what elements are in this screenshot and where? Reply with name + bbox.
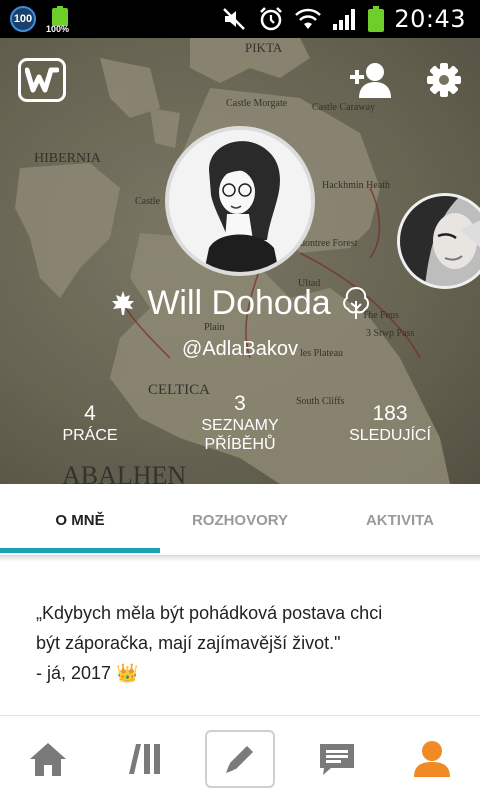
secondary-avatar-photo <box>400 196 480 286</box>
profile-tabs: O MNĚ ROZHOVORY AKTIVITA <box>0 484 480 556</box>
wifi-icon <box>295 8 322 29</box>
stat-reading-lists-label-line1: SEZNAMY <box>201 417 279 434</box>
about-line-1: „Kdybych měla být pohádková postava chci <box>36 603 383 623</box>
stat-followers-label: SLEDUJÍCÍ <box>349 427 431 444</box>
battery-icon <box>368 6 385 32</box>
signal-icon <box>333 9 356 30</box>
tab-activity[interactable]: AKTIVITA <box>320 484 480 556</box>
notification-100-icon: 100 <box>10 6 36 32</box>
stat-works-count: 4 <box>84 402 96 425</box>
active-tab-indicator <box>0 548 160 553</box>
library-icon <box>129 744 160 774</box>
stat-reading-lists[interactable]: 3 SEZNAMY PŘÍBĚHŮ <box>180 392 300 454</box>
battery-percent-label: 100% <box>46 24 70 34</box>
mute-icon <box>223 8 246 30</box>
about-line-2: být záporačka, mají zajímavější život." <box>36 633 341 653</box>
stat-works-label: PRÁCE <box>62 427 118 444</box>
home-icon <box>30 743 66 776</box>
stat-reading-lists-label-line2: PŘÍBĚHŮ <box>204 436 276 453</box>
avatar-illustration <box>169 130 311 272</box>
stat-reading-lists-count: 3 <box>234 392 246 415</box>
bottom-navigation <box>0 715 480 800</box>
stat-followers[interactable]: 183 SLEDUJÍCÍ <box>340 402 440 445</box>
status-bar: 100 100% 20:43 <box>0 0 480 38</box>
tree-icon <box>342 286 369 319</box>
profile-header: PIKTA HIBERNIA CELTICA ABALHEN Castle Mo… <box>0 38 480 484</box>
write-icon <box>226 746 253 773</box>
add-user-icon <box>350 63 391 98</box>
wattpad-logo-button[interactable] <box>18 58 66 102</box>
tabs-shadow <box>0 556 480 562</box>
profile-avatar[interactable] <box>165 126 315 276</box>
add-user-button[interactable] <box>350 60 392 100</box>
about-line-3: - já, 2017 👑 <box>36 663 139 683</box>
nav-messages-button[interactable] <box>302 730 372 788</box>
messages-icon <box>320 744 354 775</box>
maple-leaf-icon <box>112 291 135 315</box>
stat-followers-count: 183 <box>372 402 408 425</box>
nav-home-button[interactable] <box>13 730 83 788</box>
alarm-icon <box>260 7 283 31</box>
gear-icon <box>427 63 461 97</box>
nav-profile-button[interactable] <box>397 730 467 788</box>
wattpad-w-icon <box>25 67 59 93</box>
profile-icon <box>414 741 450 777</box>
battery-small-icon: 100% <box>46 6 72 34</box>
profile-username: @AdlaBakov <box>182 338 298 360</box>
tab-conversations[interactable]: ROZHOVORY <box>160 484 320 556</box>
tab-about[interactable]: O MNĚ <box>0 484 160 556</box>
stat-works[interactable]: 4 PRÁCE <box>50 402 130 445</box>
about-description: „Kdybych měla být pohádková postava chci… <box>36 598 446 688</box>
profile-name-row: Will Dohoda <box>0 278 480 328</box>
nav-write-button[interactable] <box>205 730 275 788</box>
clock-time: 20:43 <box>394 5 466 33</box>
nav-library-button[interactable] <box>110 730 180 788</box>
settings-button[interactable] <box>424 60 464 100</box>
profile-display-name: Will Dohoda <box>147 283 331 322</box>
